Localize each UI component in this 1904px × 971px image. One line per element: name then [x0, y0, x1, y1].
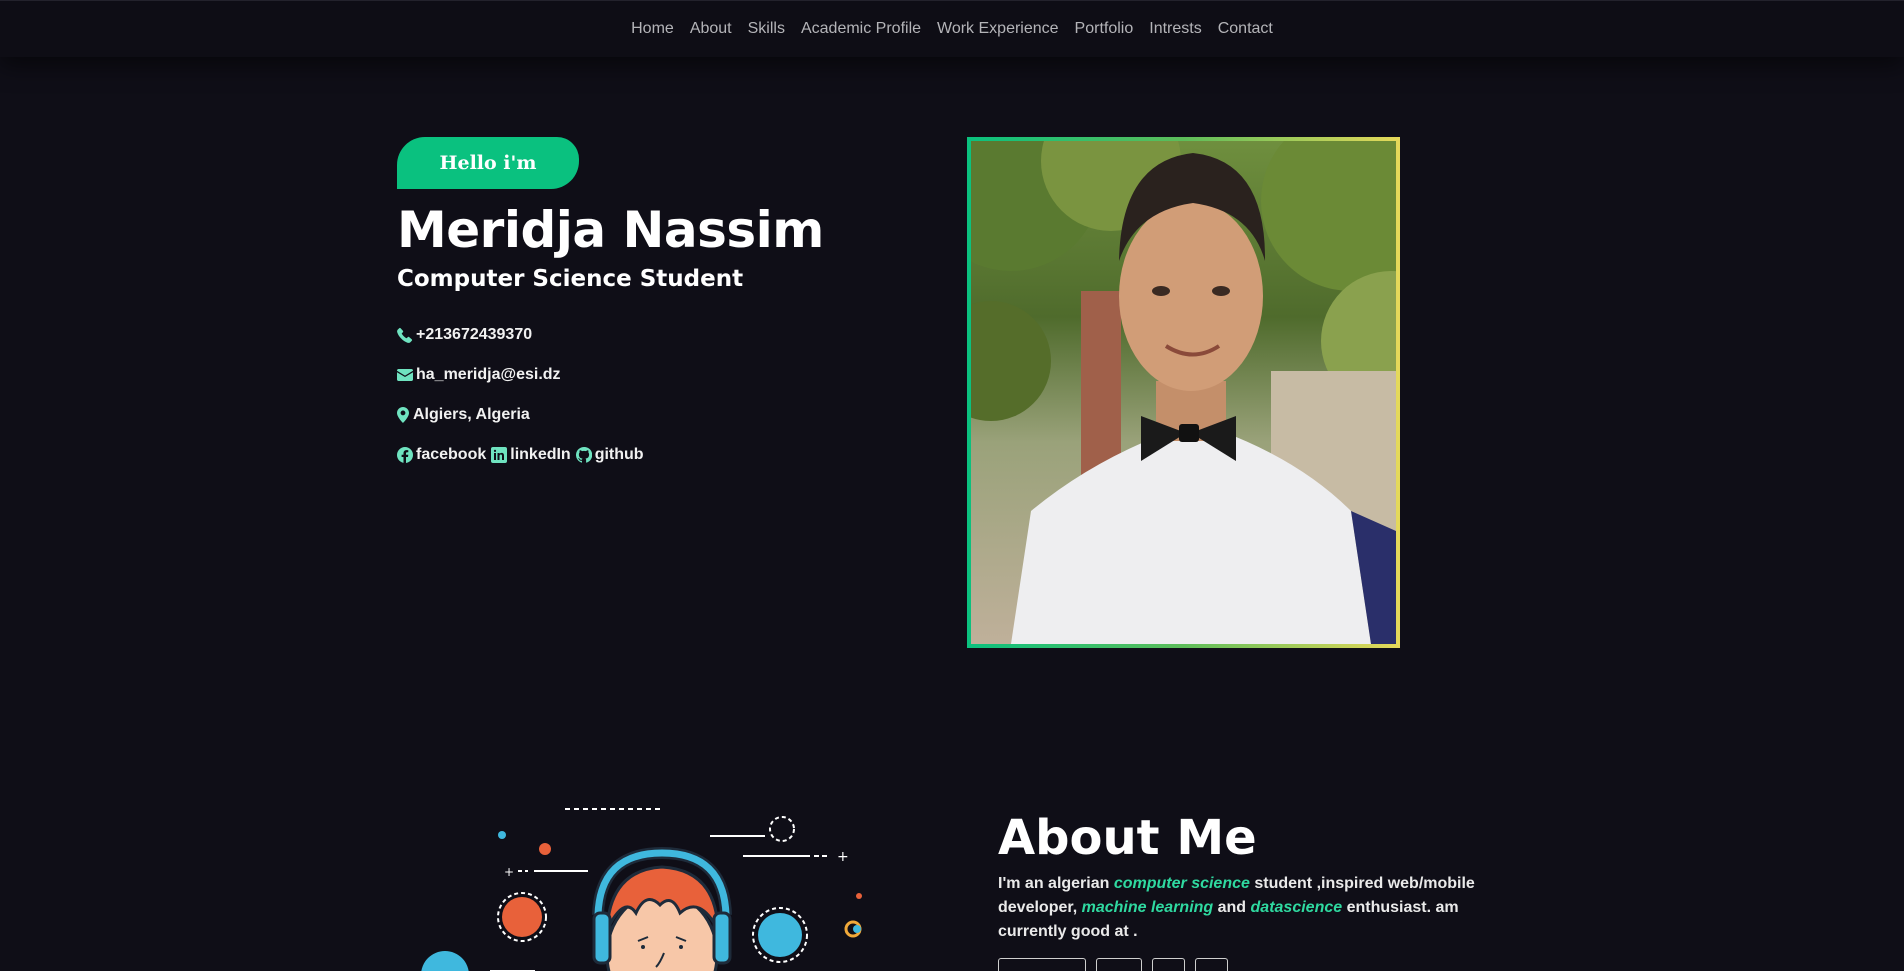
svg-text:+: + — [837, 849, 849, 865]
linkedin-icon — [491, 447, 508, 463]
facebook-label: facebook — [416, 446, 487, 463]
nav-links: Home About Skills Academic Profile Work … — [623, 20, 1281, 38]
skill-button-3[interactable] — [1152, 958, 1185, 971]
email-address[interactable]: ha_meridja@esi.dz — [416, 366, 561, 384]
contact-phone: +213672439370 — [397, 315, 824, 355]
profile-photo-frame — [967, 137, 1400, 648]
skill-button-4[interactable] — [1195, 958, 1228, 971]
skill-button-2[interactable] — [1096, 958, 1142, 971]
location-text: Algiers, Algeria — [413, 406, 530, 423]
contact-email: ha_meridja@esi.dz — [397, 355, 824, 395]
nav-about[interactable]: About — [682, 20, 740, 38]
github-link[interactable]: github — [575, 446, 644, 464]
nav-interests[interactable]: Intrests — [1141, 20, 1209, 38]
highlight-datascience: datascience — [1250, 899, 1343, 916]
about-text-1: I'm an algerian — [998, 875, 1114, 892]
phone-icon — [397, 327, 413, 343]
social-links: facebook linkedIn github — [397, 435, 824, 475]
about-section: About Me I'm an algerian computer scienc… — [998, 806, 1508, 971]
github-label: github — [594, 446, 644, 463]
nav-work-experience[interactable]: Work Experience — [929, 20, 1067, 38]
developer-illustration: + + — [410, 795, 880, 971]
nav-home[interactable]: Home — [623, 20, 682, 38]
nav-academic-profile[interactable]: Academic Profile — [793, 20, 929, 38]
about-text-3: and — [1213, 899, 1251, 916]
nav-skills[interactable]: Skills — [740, 20, 793, 38]
contact-location: Algiers, Algeria — [397, 395, 824, 435]
facebook-icon — [397, 447, 413, 463]
github-icon — [575, 447, 592, 463]
hello-badge: Hello i'm — [397, 137, 579, 189]
nav-contact[interactable]: Contact — [1210, 20, 1281, 38]
contact-list: +213672439370 ha_meridja@esi.dz Algiers,… — [397, 315, 824, 475]
envelope-icon — [397, 367, 413, 383]
highlight-machine-learning: machine learning — [1081, 899, 1214, 916]
skill-button-1[interactable] — [998, 958, 1086, 971]
svg-text:+: + — [504, 865, 514, 879]
about-buttons — [998, 958, 1508, 971]
phone-number[interactable]: +213672439370 — [416, 326, 532, 344]
map-marker-icon — [397, 407, 410, 423]
about-title: About Me — [998, 810, 1257, 866]
hero-name: Meridja Nassim — [397, 201, 824, 259]
facebook-link[interactable]: facebook — [397, 446, 486, 464]
about-description: I'm an algerian computer science student… — [998, 872, 1508, 944]
hero-title: Computer Science Student — [397, 266, 744, 292]
profile-photo — [971, 141, 1396, 644]
linkedin-label: linkedIn — [510, 446, 571, 463]
hero-intro: Hello i'm Meridja Nassim Computer Scienc… — [397, 137, 824, 475]
nav-portfolio[interactable]: Portfolio — [1067, 20, 1142, 38]
highlight-computer-science: computer science — [1113, 875, 1250, 892]
linkedin-link[interactable]: linkedIn — [491, 446, 571, 464]
navbar: Home About Skills Academic Profile Work … — [0, 0, 1904, 57]
